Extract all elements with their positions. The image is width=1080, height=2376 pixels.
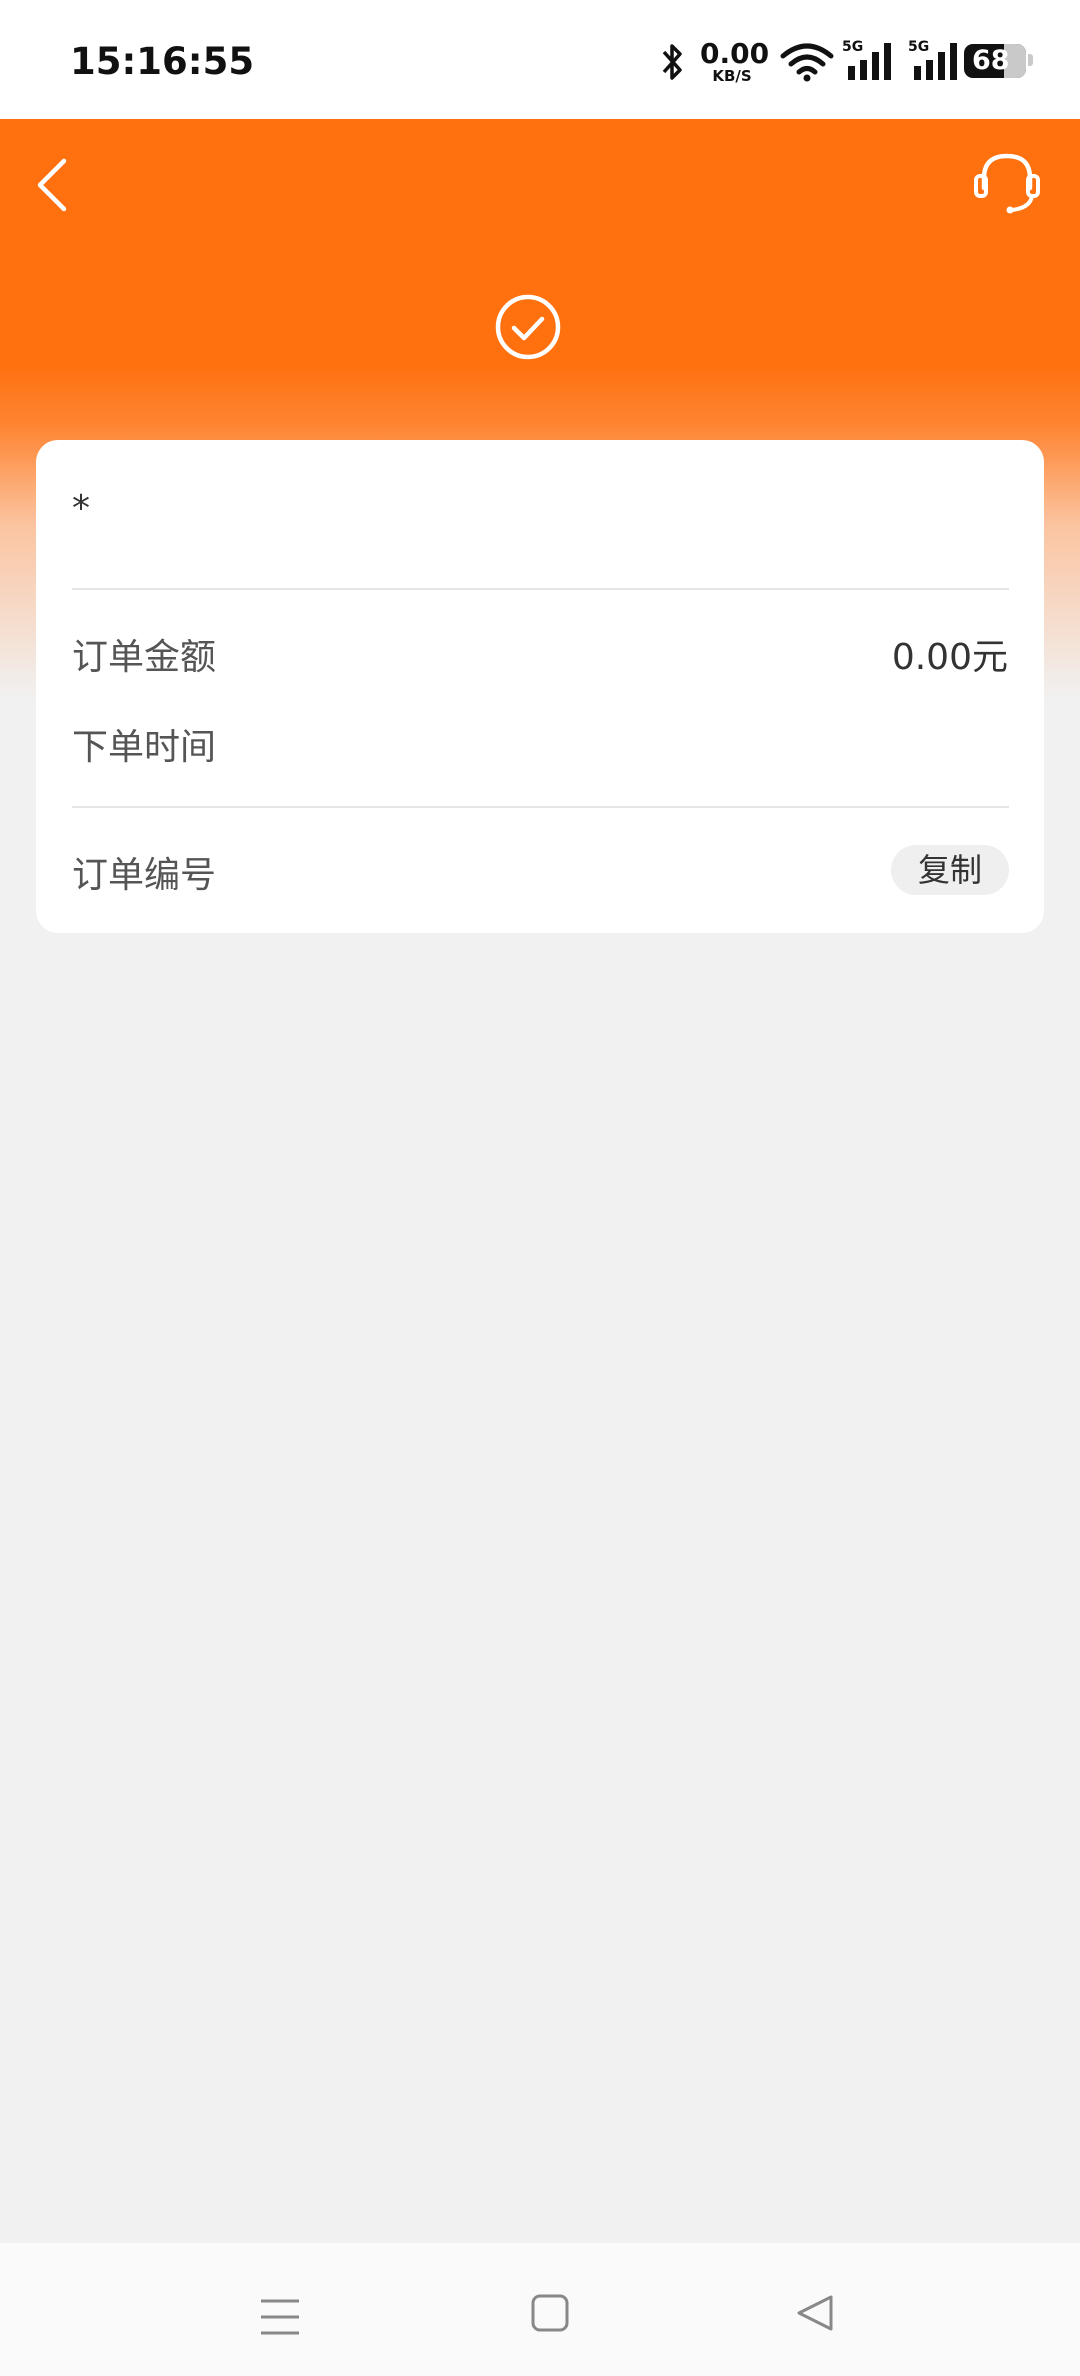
check-circle-icon — [495, 294, 561, 360]
signal-icon: 5G — [842, 39, 891, 80]
battery-tip — [1028, 54, 1033, 66]
signal-label: 5G — [908, 39, 929, 55]
status-bar: 15:16:55 0.00 KB/S 5G 5G 68 — [0, 0, 1080, 119]
wifi-icon — [780, 43, 834, 82]
customer-service-button[interactable] — [972, 150, 1042, 216]
back-icon[interactable] — [795, 2293, 835, 2333]
order-time-label: 下单时间 — [72, 727, 217, 768]
back-button[interactable] — [30, 155, 80, 215]
order-amount-label: 订单金额 — [72, 637, 217, 678]
signal-label: 5G — [842, 39, 863, 55]
menu-icon[interactable] — [259, 2297, 301, 2337]
divider — [72, 588, 1009, 590]
copy-button[interactable]: 复制 — [891, 845, 1009, 895]
signal-icon: 5G — [908, 39, 957, 80]
net-speed-unit: KB/S — [712, 67, 752, 85]
product-name: * — [72, 488, 90, 529]
order-card: * 订单金额 0.00元 下单时间 订单编号 复制 — [36, 440, 1044, 933]
divider — [72, 806, 1009, 808]
net-speed: 0.00 KB/S — [700, 37, 770, 85]
battery-level: 68 — [972, 45, 1010, 76]
system-nav-bar — [0, 2243, 1080, 2376]
net-speed-value: 0.00 — [700, 37, 770, 70]
status-time: 15:16:55 — [70, 40, 255, 83]
home-icon[interactable] — [530, 2293, 570, 2333]
order-number-label: 订单编号 — [72, 855, 217, 896]
order-amount-value: 0.00元 — [891, 637, 1008, 678]
bluetooth-icon — [662, 44, 682, 80]
battery-icon: 68 — [964, 44, 1026, 78]
